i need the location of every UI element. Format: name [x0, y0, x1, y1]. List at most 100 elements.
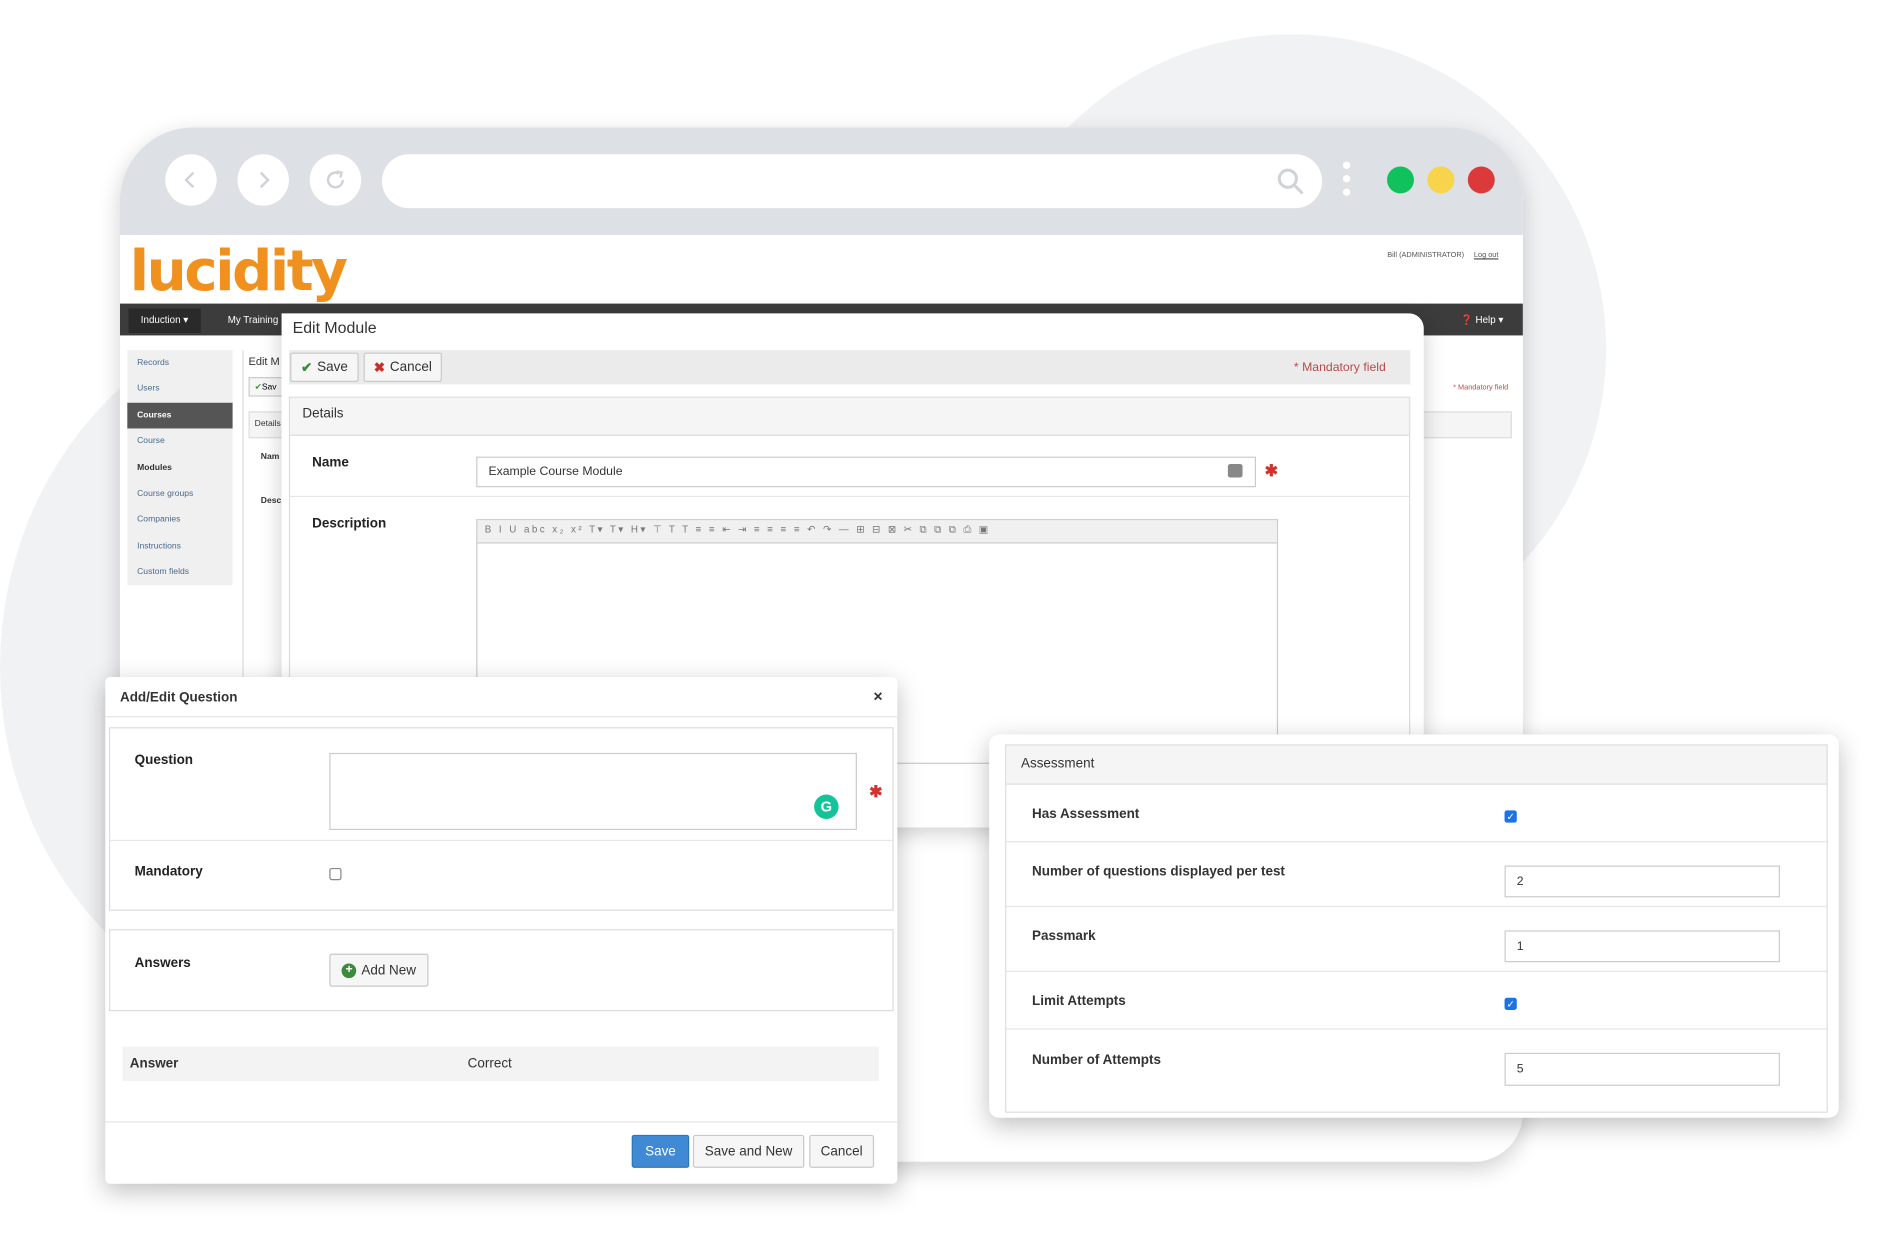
- box-divider: [110, 839, 893, 842]
- has-assessment-label: Has Assessment: [1032, 806, 1140, 822]
- user-name: Bill (ADMINISTRATOR): [1387, 252, 1465, 260]
- questions-input[interactable]: 2: [1504, 865, 1780, 898]
- nav-my-training[interactable]: My Training: [215, 308, 290, 332]
- questions-label: Number of questions displayed per test: [1032, 864, 1285, 879]
- sidebar-item-companies[interactable]: Companies: [127, 507, 232, 533]
- close-icon[interactable]: ×: [873, 687, 882, 705]
- passmark-row: Passmark 1: [1006, 908, 1827, 973]
- cancel-button[interactable]: ✖ Cancel: [363, 352, 442, 382]
- column-answer: Answer: [129, 1056, 179, 1072]
- stage: lucidity Bill (ADMINISTRATOR) Log out Ind…: [0, 0, 1900, 1255]
- check-icon: ✔: [300, 360, 313, 376]
- add-new-label: Add New: [361, 962, 416, 978]
- save-and-new-button[interactable]: Save and New: [692, 1134, 805, 1168]
- limit-attempts-checkbox[interactable]: ✓: [1504, 997, 1517, 1010]
- sidebar-item-course-groups[interactable]: Course groups: [127, 481, 232, 507]
- attempts-value: 5: [1516, 1062, 1524, 1077]
- panel-divider: [290, 495, 1410, 498]
- nav-help[interactable]: ❓ Help ▾: [1448, 308, 1515, 332]
- chevron-left-icon: [184, 171, 195, 189]
- grammarly-icon[interactable]: G: [814, 794, 839, 819]
- edit-module-toolbar: ✔ Save ✖ Cancel * Mandatory field: [288, 350, 1411, 385]
- questions-value: 2: [1516, 874, 1524, 889]
- reload-button[interactable]: [309, 154, 362, 206]
- sidebar-item-users[interactable]: Users: [127, 376, 232, 402]
- answers-box: Answers + Add New: [108, 929, 894, 1012]
- cancel-label: Cancel: [389, 359, 432, 375]
- background-edit-label: Edit M: [248, 355, 280, 368]
- questions-row: Number of questions displayed per test 2: [1006, 843, 1827, 908]
- nav-induction[interactable]: Induction ▾: [128, 308, 201, 333]
- add-edit-question-dialog: Add/Edit Question × Question G ✱ Mandato…: [105, 676, 898, 1184]
- back-button[interactable]: [165, 154, 217, 206]
- mandatory-note: * Mandatory field: [1293, 361, 1386, 375]
- search-icon: [1277, 168, 1304, 195]
- logout-link[interactable]: Log out: [1474, 252, 1499, 259]
- limit-attempts-row: Limit Attempts ✓: [1006, 973, 1827, 1030]
- forward-button[interactable]: [237, 154, 289, 206]
- sidebar-item-modules[interactable]: Modules: [127, 455, 232, 481]
- question-icon: ❓: [1460, 314, 1473, 326]
- sidebar-item-records[interactable]: Records: [127, 350, 232, 376]
- check-icon: ✔: [254, 383, 262, 392]
- dialog-footer: Save Save and New Cancel: [105, 1121, 898, 1168]
- user-info: Bill (ADMINISTRATOR) Log out: [1387, 252, 1498, 259]
- background-desc-label: Desc: [260, 497, 282, 506]
- browser-menu-icon[interactable]: [1342, 161, 1351, 202]
- assessment-card: Assessment Has Assessment ✓ Number of qu…: [989, 734, 1839, 1118]
- background-save-label: Sav: [261, 383, 277, 392]
- add-new-button[interactable]: + Add New: [329, 953, 429, 987]
- sidebar-item-courses[interactable]: Courses: [127, 402, 233, 429]
- editor-toolbar[interactable]: B I U abc x₂ x² T▾ T▾ H▾ ⊤ T T ≡ ≡ ⇤ ⇥ ≡…: [477, 520, 1277, 544]
- cancel-button[interactable]: Cancel: [809, 1134, 875, 1168]
- sidebar: Records Users Courses Course Modules Cou…: [127, 350, 233, 586]
- description-label: Description: [312, 516, 387, 532]
- required-star: ✱: [869, 782, 883, 801]
- has-assessment-row: Has Assessment ✓: [1006, 786, 1827, 843]
- reload-icon: [326, 170, 345, 189]
- attempts-row: Number of Attempts 5: [1006, 1031, 1826, 1095]
- passmark-input[interactable]: 1: [1504, 930, 1780, 963]
- attempts-label: Number of Attempts: [1032, 1052, 1161, 1068]
- sidebar-item-custom-fields[interactable]: Custom fields: [127, 560, 232, 586]
- save-button[interactable]: Save: [631, 1134, 690, 1168]
- limit-attempts-label: Limit Attempts: [1032, 994, 1126, 1009]
- green-light[interactable]: [1387, 166, 1414, 194]
- mandatory-checkbox[interactable]: [329, 867, 342, 881]
- name-value: Example Course Module: [488, 465, 623, 479]
- details-header: Details: [290, 397, 1410, 436]
- sidebar-item-course[interactable]: Course: [127, 429, 232, 455]
- save-button[interactable]: ✔ Save: [290, 352, 359, 382]
- chevron-right-icon: [259, 171, 270, 189]
- yellow-light[interactable]: [1427, 166, 1455, 194]
- red-light[interactable]: [1467, 166, 1495, 194]
- background-name-label: Nam: [260, 452, 280, 462]
- name-input[interactable]: Example Course Module: [476, 456, 1257, 488]
- answers-label: Answers: [134, 956, 191, 971]
- passmark-label: Passmark: [1032, 929, 1096, 944]
- assessment-title: Assessment: [1006, 745, 1827, 785]
- answers-table-header: Answer Correct: [122, 1046, 879, 1081]
- background-save-button[interactable]: ✔Sav: [248, 377, 286, 397]
- app-header: lucidity Bill (ADMINISTRATOR) Log out: [119, 235, 1523, 306]
- has-assessment-checkbox[interactable]: ✓: [1504, 810, 1517, 823]
- name-label: Name: [312, 455, 349, 471]
- edit-module-title: Edit Module: [292, 318, 377, 337]
- contact-card-icon[interactable]: [1227, 463, 1243, 478]
- address-bar[interactable]: [381, 154, 1323, 209]
- question-box: Question G ✱ Mandatory: [108, 727, 894, 911]
- save-label: Save: [317, 359, 348, 375]
- background-mandatory: * Mandatory field: [1453, 384, 1509, 392]
- nav-help-label: Help ▾: [1475, 314, 1504, 326]
- required-star: ✱: [1264, 461, 1278, 480]
- lucidity-logo[interactable]: lucidity: [130, 235, 348, 306]
- attempts-input[interactable]: 5: [1504, 1052, 1780, 1086]
- question-textarea[interactable]: G: [329, 752, 857, 831]
- browser-chrome: [119, 127, 1523, 236]
- passmark-value: 1: [1516, 939, 1524, 954]
- dialog-title: Add/Edit Question: [105, 677, 898, 718]
- mandatory-label: Mandatory: [134, 864, 203, 879]
- plus-circle-icon: +: [341, 962, 357, 978]
- sidebar-item-instructions[interactable]: Instructions: [127, 533, 232, 559]
- close-icon: ✖: [373, 360, 385, 376]
